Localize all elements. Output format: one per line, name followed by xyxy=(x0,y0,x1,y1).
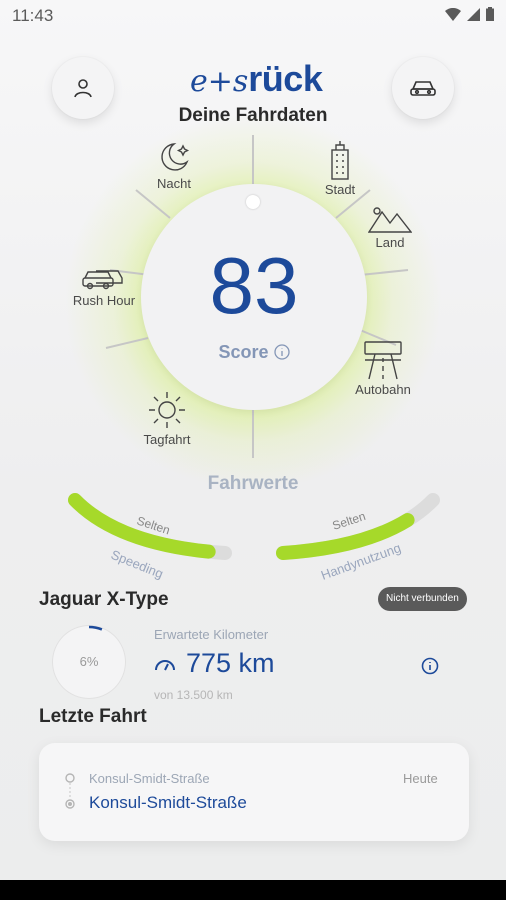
system-navigation-bar xyxy=(0,880,506,900)
category-label: Stadt xyxy=(324,182,356,197)
cars-traffic-icon xyxy=(82,270,123,290)
km-progress-percent: 6% xyxy=(79,654,99,669)
moon-stars-icon xyxy=(161,143,190,171)
km-caption: Erwartete Kilometer xyxy=(154,627,269,642)
trip-date: Heute xyxy=(403,771,438,786)
category-label: Land xyxy=(375,235,405,250)
category-stadt[interactable]: Stadt xyxy=(310,140,370,197)
city-building-icon xyxy=(331,141,349,180)
category-label: Rush Hour xyxy=(72,293,136,308)
category-tagfahrt[interactable]: Tagfahrt xyxy=(132,390,202,447)
handynutzung-gauge[interactable]: Selten Handynutzung xyxy=(268,488,453,583)
sun-icon xyxy=(149,392,185,428)
category-label: Nacht xyxy=(157,176,191,191)
category-label: Autobahn xyxy=(355,382,411,397)
last-trip-card[interactable] xyxy=(39,743,469,841)
km-value: 775 km xyxy=(186,648,275,678)
score-value: 83 xyxy=(209,241,299,330)
last-trip-title: Letzte Fahrt xyxy=(39,706,147,727)
trip-end-address: Konsul-Smidt-Straße xyxy=(89,793,247,812)
score-indicator-dot xyxy=(246,195,260,209)
speedometer-icon xyxy=(155,660,175,671)
category-land[interactable]: Land xyxy=(360,205,420,250)
route-line-icon xyxy=(65,773,75,809)
highway-icon xyxy=(364,341,402,380)
category-rush-hour[interactable]: Rush Hour xyxy=(64,267,144,308)
km-info-icon[interactable] xyxy=(421,657,439,675)
category-label: Tagfahrt xyxy=(143,432,191,447)
mountains-icon xyxy=(368,207,412,233)
trip-start-address: Konsul-Smidt-Straße xyxy=(89,771,210,786)
speeding-gauge[interactable]: Selten Speeding xyxy=(60,488,245,583)
vehicle-name: Jaguar X-Type xyxy=(39,589,169,610)
connection-status-badge[interactable]: Nicht verbunden xyxy=(378,587,467,611)
score-label[interactable]: Score xyxy=(141,342,367,363)
info-icon[interactable] xyxy=(273,344,290,360)
category-nacht[interactable]: Nacht xyxy=(139,140,209,191)
handynutzung-level-text: Selten xyxy=(331,509,368,533)
km-total: von 13.500 km xyxy=(154,688,233,702)
speeding-label: Speeding xyxy=(109,547,166,581)
